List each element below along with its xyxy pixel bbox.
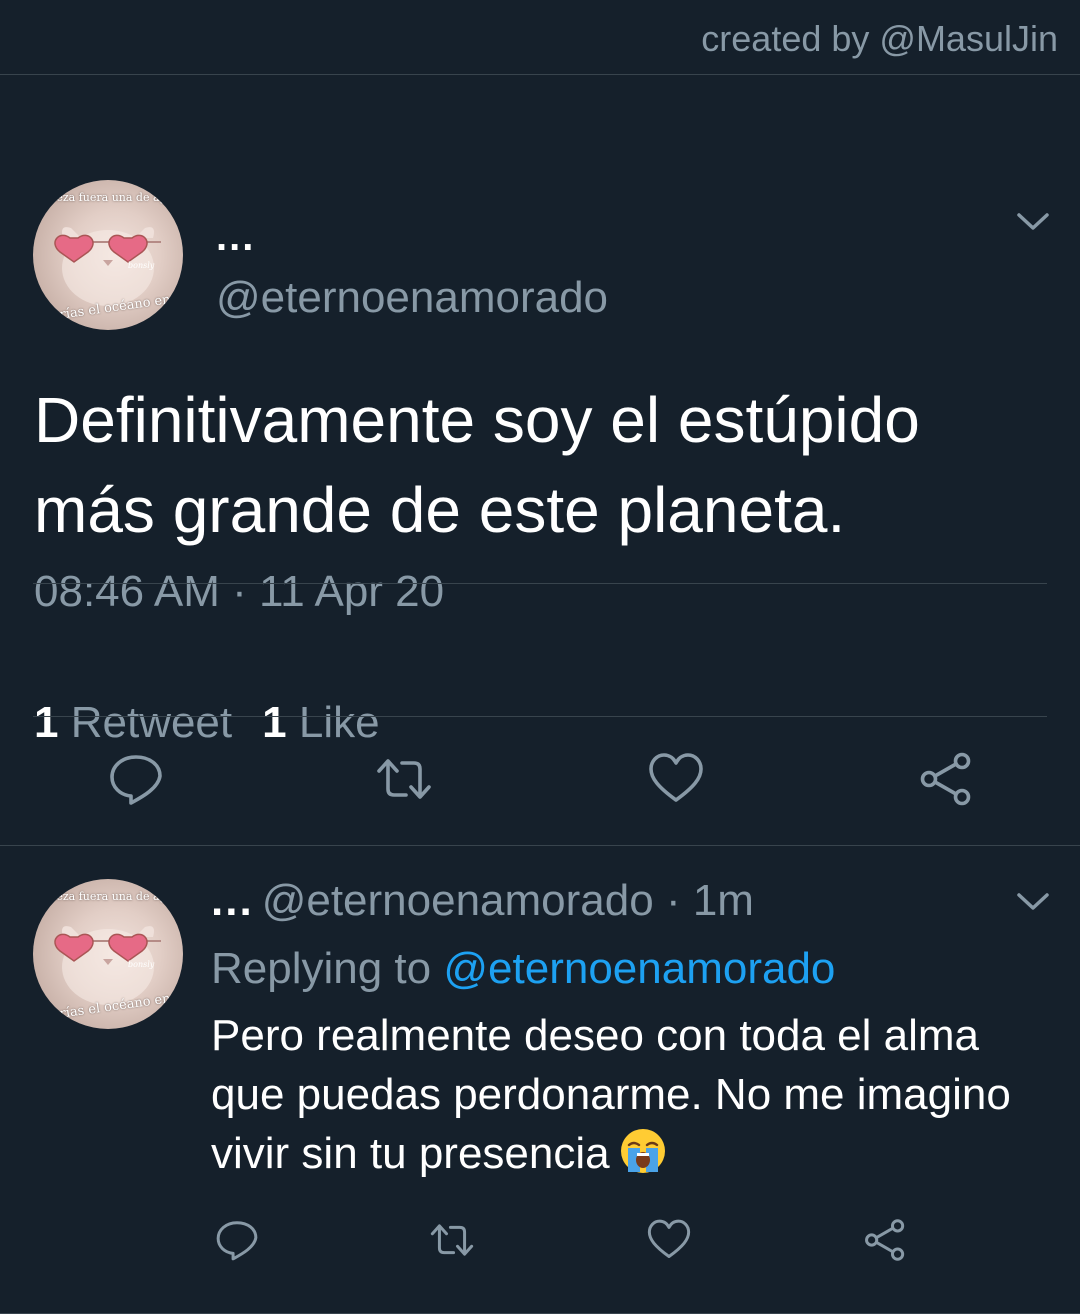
reply-icon [110,755,162,805]
credit-text: created by @MasulJin [701,18,1058,59]
handle-and-time[interactable]: @eternoenamorado · 1m [262,876,754,925]
share-icon [920,752,971,806]
reply-button[interactable] [108,751,164,807]
like-count: 1 [262,698,287,747]
credit-bar: created by @MasulJin [0,0,1080,75]
retweet-label: Retweet [70,698,233,747]
avatar[interactable]: belleza fuera una de agua bonsly serías … [33,180,183,330]
retweet-icon [430,1224,474,1256]
heart-icon [647,1219,691,1258]
loudly-crying-face-icon [620,1129,665,1173]
retweet-count: 1 [34,698,59,747]
avatar[interactable]: belleza fuera una de agua bonsly serías … [33,879,183,1029]
heart-icon [649,753,703,802]
reply-tweet[interactable]: belleza fuera una de agua bonsly serías … [0,846,1080,1314]
reply-header: ... @eternoenamorado · 1m [211,876,754,926]
like-button[interactable] [648,751,704,807]
share-icon [865,1219,905,1261]
svg-text:bonsly: bonsly [128,960,155,969]
tweet-timestamp[interactable]: 08:46 AM · 11 Apr 20 [34,567,444,617]
replying-label: Replying to [211,944,432,993]
divider [33,716,1047,717]
tweet-text: Definitivamente soy el estúpido más gran… [34,384,920,546]
mention-link[interactable]: @eternoenamorado [443,944,835,993]
retweet-button[interactable] [430,1218,474,1262]
chevron-down-icon[interactable] [1016,211,1050,233]
like-button[interactable] [647,1218,691,1262]
like-stat[interactable]: 1 Like [262,698,379,747]
retweet-icon [377,759,431,799]
divider [33,583,1047,584]
display-name[interactable]: ... [211,876,254,925]
retweet-stat[interactable]: 1 Retweet [34,698,232,747]
reply-icon [216,1221,258,1261]
reply-text-block: Pero realmente deseo con toda el alma qu… [211,1006,1041,1183]
display-name[interactable]: ... [216,215,255,260]
share-button[interactable] [863,1218,907,1262]
share-button[interactable] [918,751,974,807]
retweet-button[interactable] [376,751,432,807]
engagement-stats: 1 Retweet 1 Like [34,698,380,748]
user-handle[interactable]: @eternoenamorado [216,273,608,323]
reply-text: Pero realmente deseo con toda el alma qu… [211,1011,1011,1178]
svg-text:bonsly: bonsly [128,261,155,270]
chevron-down-icon[interactable] [1016,891,1050,913]
main-tweet: belleza fuera una de agua bonsly serías … [0,75,1080,846]
reply-button[interactable] [215,1218,259,1262]
replying-to: Replying to @eternoenamorado [211,944,835,994]
like-label: Like [298,698,380,747]
